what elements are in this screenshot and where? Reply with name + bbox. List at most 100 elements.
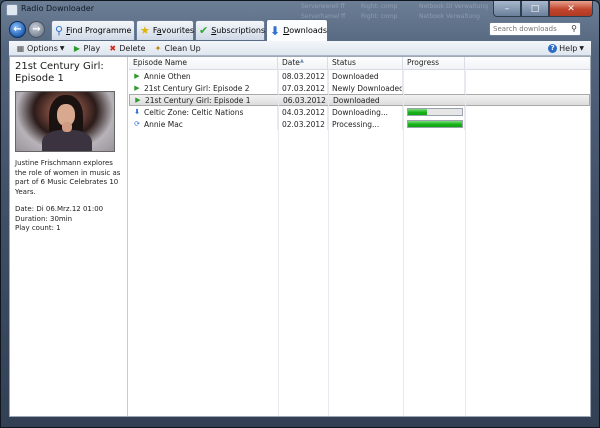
episode-title: 21st Century Girl: Episode 1 [15, 61, 104, 84]
play-button[interactable]: ▶ Play [69, 42, 105, 55]
main-content: 21st Century Girl: Episode 1 Justine Fri… [9, 56, 591, 417]
clean-up-label: Clean Up [164, 43, 201, 53]
status-cell: Downloaded [329, 95, 404, 105]
delete-x-icon: ✖ [109, 43, 117, 53]
download-arrow-icon: ⬇ [134, 108, 140, 116]
options-icon: ▦ [16, 43, 25, 53]
progress-cell [403, 70, 465, 82]
navigation-bar: ← → ⚲ Find Programme ★ Favourites ✔ Subs… [5, 17, 595, 41]
progress-cell [403, 82, 465, 94]
episode-date: Date: Di 06.Mrz.12 01:00 [15, 205, 104, 213]
app-icon [6, 4, 18, 16]
downloads-list: Episode Name ▲ Date Status Progress ▶ Anni… [129, 57, 590, 416]
status-cell: Downloading... [328, 106, 403, 118]
episode-name: Annie Othen [144, 71, 191, 81]
progress-cell [403, 118, 465, 130]
progress-cell [404, 95, 466, 105]
episode-name: Celtic Zone: Celtic Nations [144, 107, 244, 117]
delete-label: Delete [119, 43, 146, 53]
chevron-down-icon: ▼ [579, 44, 584, 52]
play-icon: ▶ [73, 43, 81, 53]
episode-duration: Duration: 30min [15, 214, 73, 223]
progress-bar [407, 108, 463, 116]
play-icon: ▶ [135, 96, 141, 104]
tab-subscriptions[interactable]: ✔ Subscriptions [195, 20, 265, 40]
progress-bar [407, 120, 463, 128]
episode-metadata: Date: Di 06.Mrz.12 01:00 Duration: 30min… [15, 205, 122, 234]
list-header: Episode Name ▲ Date Status Progress [129, 57, 590, 70]
episode-name: Annie Mac [144, 119, 183, 129]
episode-name: 21st Century Girl: Episode 2 [144, 83, 250, 93]
back-button[interactable]: ← [9, 21, 26, 38]
help-icon: ? [548, 43, 558, 53]
search-icon[interactable]: ⚲ [571, 24, 577, 33]
play-icon: ▶ [134, 72, 140, 80]
column-header-status[interactable]: Status [328, 57, 403, 69]
arrow-left-icon: ← [13, 24, 22, 35]
minimize-button[interactable]: – [493, 1, 521, 17]
search-box[interactable]: ⚲ [489, 22, 581, 36]
options-menu-button[interactable]: ▦ Options ▼ [12, 42, 69, 55]
help-menu-button[interactable]: ? Help ▼ [544, 42, 588, 55]
maximize-button[interactable]: □ [521, 1, 549, 17]
episode-name: 21st Century Girl: Episode 1 [145, 95, 251, 105]
table-row[interactable]: ▶ Annie Othen 08.03.2012 Downloaded [129, 70, 590, 82]
tab-favourites[interactable]: ★ Favourites [136, 20, 194, 40]
tab-downloads[interactable]: ⬇ Downloads [266, 19, 328, 41]
date-cell: 02.03.2012 [278, 118, 328, 130]
app-window: Serverwerell ff Right: comp Netbook Dl V… [0, 0, 600, 428]
episode-name-cell: ⬇ Celtic Zone: Celtic Nations [129, 106, 278, 118]
tab-label: Subscriptions [211, 26, 266, 35]
clean-up-button[interactable]: ✦ Clean Up [149, 42, 204, 55]
table-row[interactable]: ⟳ Annie Mac 02.03.2012 Processing... [129, 118, 590, 130]
star-icon: ★ [140, 24, 150, 37]
episode-name-cell: ▶ Annie Othen [129, 70, 278, 82]
minimize-icon: – [504, 3, 510, 14]
tab-label: Downloads [283, 26, 328, 35]
episode-play-count: Play count: 1 [15, 224, 61, 232]
chevron-down-icon: ▼ [59, 44, 65, 52]
title-bar: Radio Downloader – □ ✕ [5, 1, 595, 17]
episode-detail-pane: 21st Century Girl: Episode 1 Justine Fri… [10, 57, 128, 416]
download-arrow-icon: ⬇ [270, 23, 281, 38]
search-input[interactable] [490, 23, 572, 35]
column-header-episode-name[interactable]: Episode Name [129, 57, 278, 69]
table-row[interactable]: ▶ 21st Century Girl: Episode 2 07.03.2012 N… [129, 82, 590, 94]
play-label: Play [83, 43, 101, 53]
broom-icon: ✦ [154, 43, 162, 53]
processing-icon: ⟳ [134, 120, 140, 128]
maximize-icon: □ [530, 3, 540, 14]
check-icon: ✔ [199, 24, 209, 37]
episode-name-cell: ⟳ Annie Mac [129, 118, 278, 130]
column-header-date[interactable]: ▲ Date [278, 57, 328, 69]
date-cell: 08.03.2012 [278, 70, 328, 82]
column-header-progress[interactable]: Progress [403, 57, 465, 69]
status-cell: Processing... [328, 118, 403, 130]
play-icon: ▶ [134, 84, 140, 92]
forward-button[interactable]: → [28, 21, 45, 38]
progress-cell [403, 106, 465, 118]
table-row[interactable]: ▶ 21st Century Girl: Episode 1 06.03.2012 D… [129, 94, 590, 106]
tab-label: Find Programme [66, 26, 132, 35]
arrow-right-icon: → [32, 24, 41, 35]
delete-button[interactable]: ✖ Delete [104, 42, 149, 55]
tab-find-programme[interactable]: ⚲ Find Programme [51, 20, 135, 40]
table-row[interactable]: ⬇ Celtic Zone: Celtic Nations 04.03.2012 Do… [129, 106, 590, 118]
toolbar: ▦ Options ▼ ▶ Play ✖ Delete ✦ Clean Up ?… [9, 41, 591, 56]
episode-name-cell: ▶ 21st Century Girl: Episode 2 [129, 82, 278, 94]
sort-indicator-icon: ▲ [300, 58, 304, 64]
close-button[interactable]: ✕ [549, 1, 593, 17]
date-cell: 07.03.2012 [278, 82, 328, 94]
tab-label: Favourites [152, 26, 195, 35]
episode-name-cell: ▶ 21st Century Girl: Episode 1 [130, 95, 279, 105]
status-cell: Newly Downloaded [328, 82, 403, 94]
options-label: Options [27, 43, 58, 53]
date-cell: 06.03.2012 [279, 95, 329, 105]
magnifier-icon: ⚲ [55, 24, 64, 37]
window-title: Radio Downloader [21, 4, 94, 13]
status-cell: Downloaded [328, 70, 403, 82]
help-label: Help [559, 43, 578, 53]
episode-description: Justine Frischmann explores the role of … [15, 159, 121, 196]
progress-fill [408, 109, 427, 115]
episode-image [15, 91, 115, 152]
